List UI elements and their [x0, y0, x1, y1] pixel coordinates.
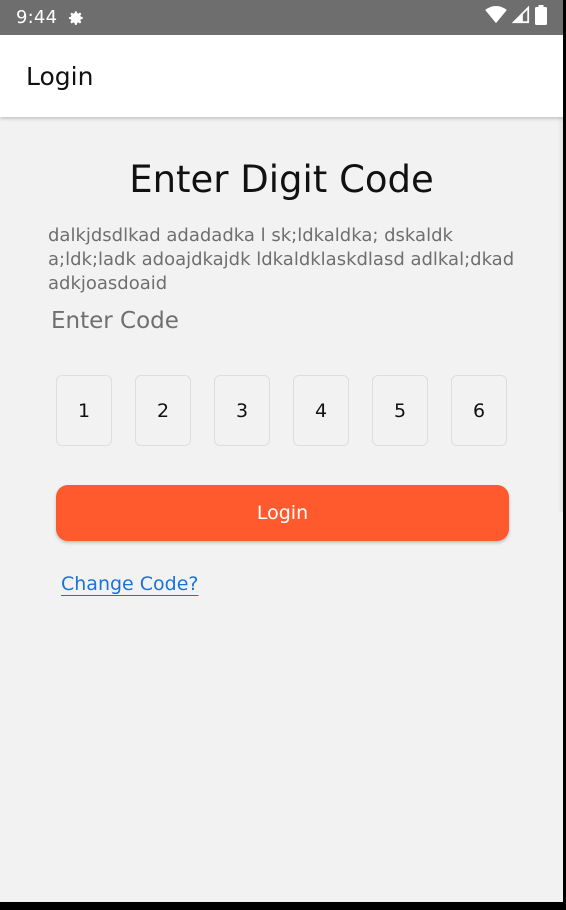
code-digit-1-input[interactable]: 1 — [56, 375, 112, 446]
status-icons — [485, 5, 547, 30]
status-time: 9:44 — [16, 7, 58, 28]
login-button[interactable]: Login — [56, 485, 509, 541]
app-bar: Login — [0, 35, 563, 117]
description-text: dalkjdsdlkad adadadka l sk;ldkaldka; dsk… — [48, 225, 515, 294]
settings-icon — [65, 7, 87, 29]
code-digit-5-input[interactable]: 5 — [372, 375, 428, 446]
code-digit-4-input[interactable]: 4 — [293, 375, 349, 446]
wifi-icon — [485, 6, 507, 29]
change-code-link[interactable]: Change Code? — [61, 573, 199, 595]
status-bar: 9:44 — [0, 0, 563, 35]
app-title: Login — [26, 61, 94, 91]
code-digit-6-input[interactable]: 6 — [451, 375, 507, 446]
code-label: Enter Code — [51, 308, 179, 334]
code-digit-3-input[interactable]: 3 — [214, 375, 270, 446]
battery-icon — [535, 5, 547, 30]
phone-screen: 9:44 Login Enter Digit Code dalkjdsdlkad… — [0, 0, 563, 902]
page-heading: Enter Digit Code — [129, 158, 434, 201]
code-digit-2-input[interactable]: 2 — [135, 375, 191, 446]
signal-icon — [511, 5, 531, 29]
